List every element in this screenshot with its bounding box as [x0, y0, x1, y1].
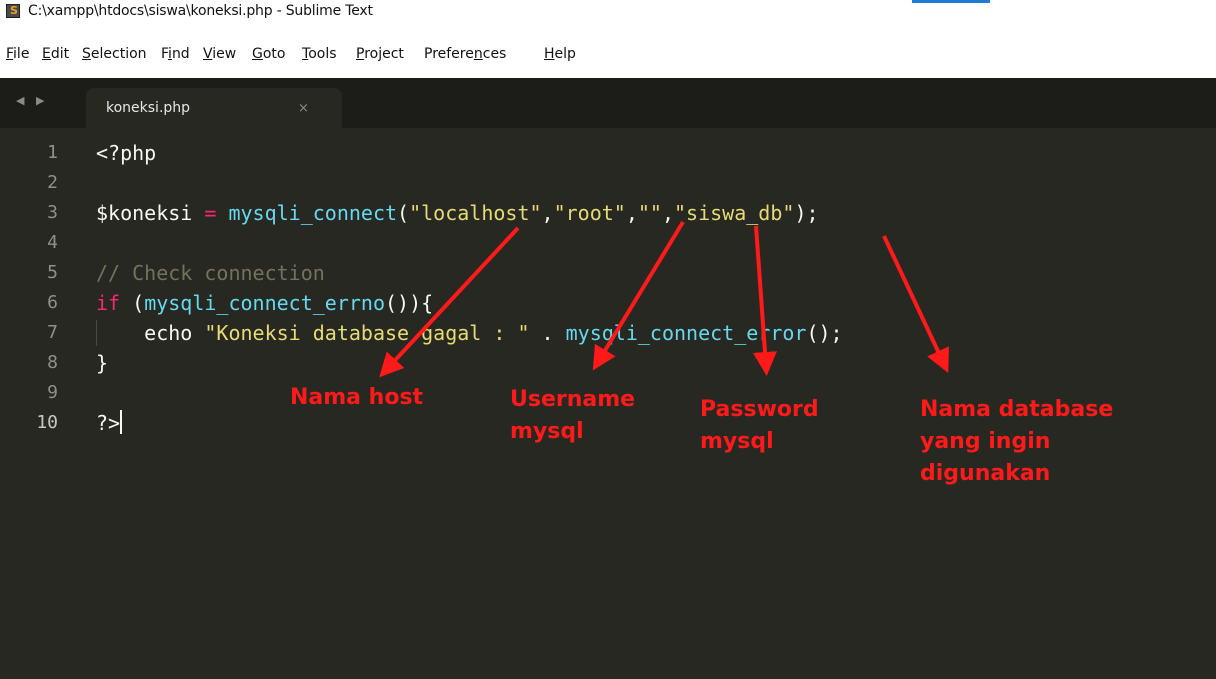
menu-tools[interactable]: Tools	[302, 46, 337, 62]
code-line: 2	[0, 168, 1216, 198]
code-line: 8 }	[0, 348, 1216, 378]
annotation-username: Username mysql	[510, 387, 636, 444]
menu-goto[interactable]: Goto	[252, 46, 285, 62]
window-title: C:\xampp\htdocs\siswa\koneksi.php - Subl…	[28, 3, 373, 19]
menu-view[interactable]: View	[203, 46, 236, 62]
line-number: 10	[36, 412, 58, 433]
line-number: 3	[47, 202, 58, 223]
line-number: 8	[47, 352, 58, 373]
line-number: 2	[47, 172, 58, 193]
line-number: 9	[47, 382, 58, 403]
menu-edit[interactable]: Edit	[42, 46, 69, 62]
line-number: 5	[47, 262, 58, 283]
code-line: 4	[0, 228, 1216, 258]
code-line: 6 if (mysqli_connect_errno()){	[0, 288, 1216, 318]
sublime-text-icon	[6, 4, 20, 18]
tab-label: koneksi.php	[106, 100, 191, 116]
text-cursor	[120, 410, 123, 434]
line-number: 7	[47, 322, 58, 343]
code-comment: // Check connection	[96, 261, 325, 285]
code-text: if (mysqli_connect_errno()){	[96, 291, 434, 315]
menu-file[interactable]: File	[6, 46, 29, 62]
tab-nav-arrows-icon[interactable]: ◀ ▶	[16, 94, 48, 107]
code-text: ?>	[96, 410, 123, 435]
menu-preferences[interactable]: Preferences	[424, 46, 506, 62]
title-bar: C:\xampp\htdocs\siswa\koneksi.php - Subl…	[0, 0, 1216, 22]
menu-help[interactable]: Help	[544, 46, 576, 62]
code-line: 3 $koneksi = mysqli_connect("localhost",…	[0, 198, 1216, 228]
code-line: 1 <?php	[0, 138, 1216, 168]
menu-bar: File Edit Selection Find View Goto Tools…	[0, 46, 1216, 72]
code-text: echo "Koneksi database gagal : " . mysql…	[144, 321, 843, 345]
annotation-host: Nama host	[290, 385, 424, 410]
close-icon[interactable]: ×	[298, 101, 309, 116]
annotation-password: Password mysql	[700, 397, 819, 454]
menu-project[interactable]: Project	[356, 46, 404, 62]
title-bar-accent	[912, 0, 990, 3]
code-text: $koneksi = mysqli_connect("localhost","r…	[96, 201, 819, 225]
code-line: 7 echo "Koneksi database gagal : " . mys…	[0, 318, 1216, 348]
line-number: 4	[47, 232, 58, 253]
code-line: 5 // Check connection	[0, 258, 1216, 288]
line-number: 1	[47, 142, 58, 163]
annotation-database: Nama database yang ingin digunakan	[920, 397, 1114, 486]
code-text: <?php	[96, 141, 157, 165]
line-number: 6	[47, 292, 58, 313]
tab-bar: ◀ ▶ koneksi.php ×	[0, 78, 1216, 128]
tab-koneksi-php[interactable]: koneksi.php ×	[86, 88, 342, 128]
menu-find[interactable]: Find	[161, 46, 190, 62]
editor-area[interactable]: ◀ ▶ koneksi.php × 1 <?php 2 3 $koneksi =…	[0, 78, 1216, 679]
menu-selection[interactable]: Selection	[82, 46, 147, 62]
code-text: }	[96, 351, 109, 375]
